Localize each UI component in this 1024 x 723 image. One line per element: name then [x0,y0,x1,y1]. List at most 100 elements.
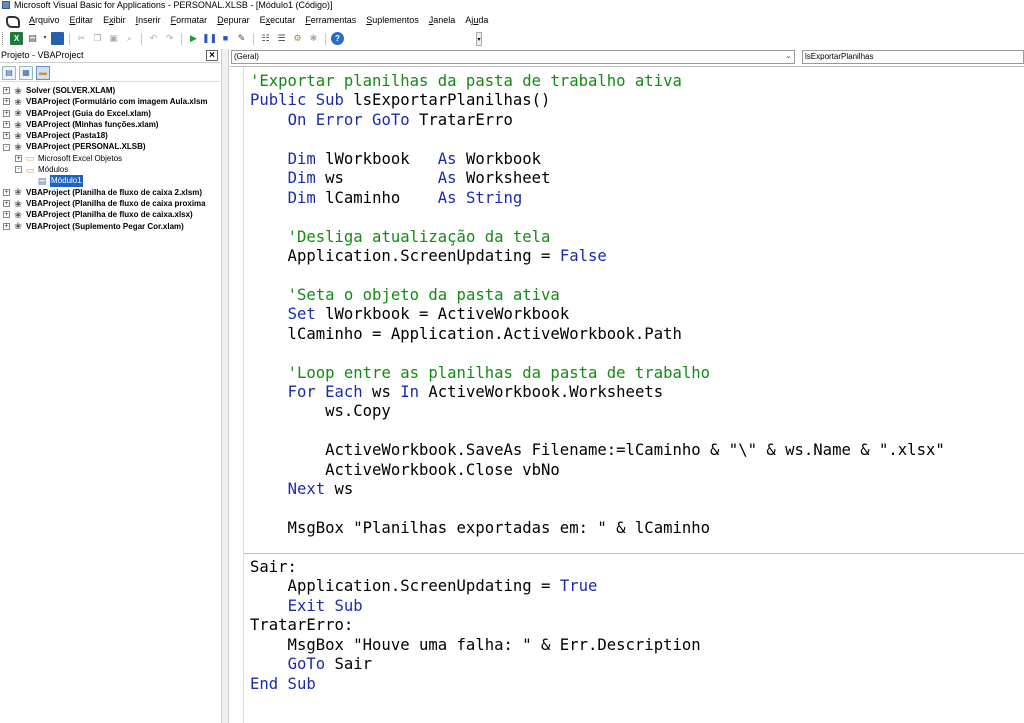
redo-icon[interactable]: ↷ [163,32,176,45]
code-line[interactable]: 'Exportar planilhas da pasta de trabalho… [250,72,945,91]
code-line[interactable]: Set lWorkbook = ActiveWorkbook [250,305,945,324]
view-code-icon[interactable]: ▤ [2,65,16,80]
run-icon[interactable]: ▶ [187,32,200,45]
tree-item[interactable]: + ❀ VBAProject (Planilha de fluxo de caixa… [0,187,220,198]
code-line[interactable] [250,266,945,285]
tree-item[interactable]: + ❀ VBAProject (Pasta18) [0,130,220,141]
expand-icon[interactable]: + [3,200,10,208]
menu-item[interactable]: Inserir [131,13,166,27]
code-line[interactable]: MsgBox "Planilhas exportadas em: " & lCa… [250,519,945,538]
view-object-icon[interactable]: ▦ [19,65,33,80]
menu-item[interactable]: Exibir [98,13,131,27]
chevron-down-icon[interactable]: ⌄ [784,52,793,62]
properties-window-icon[interactable]: ☰ [275,32,288,45]
toolbar-options-icon[interactable]: ▾ [476,32,482,46]
menu-item[interactable]: Suplementos [361,13,424,27]
tree-item[interactable]: + ❀ VBAProject (Planilha de fluxo de caixa… [0,198,220,209]
code-line[interactable] [250,344,945,363]
code-line[interactable]: TratarErro: [250,616,945,635]
copy-icon[interactable]: ❐ [91,32,104,45]
code-line[interactable]: Dim ws As Worksheet [250,169,945,188]
code-line[interactable] [250,208,945,227]
code-line[interactable]: ws.Copy [250,402,945,421]
collapse-icon[interactable]: - [15,166,22,174]
toggle-folders-icon[interactable]: ▬ [36,65,50,80]
code-line[interactable]: Application.ScreenUpdating = False [250,247,945,266]
code-line[interactable]: Exit Sub [250,597,945,616]
cut-icon[interactable]: ✂ [75,32,88,45]
menu-item[interactable]: Janela [424,13,461,27]
code-line[interactable]: For Each ws In ActiveWorkbook.Worksheets [250,383,945,402]
code-line[interactable]: 'Desliga atualização da tela [250,228,945,247]
code-line[interactable] [250,422,945,441]
code-editor[interactable]: 'Exportar planilhas da pasta de trabalho… [230,66,1024,723]
expand-icon[interactable]: + [3,87,10,95]
code-line[interactable]: ActiveWorkbook.SaveAs Filename:=lCaminho… [250,441,945,460]
menu-item[interactable]: Executar [255,13,301,27]
code-line[interactable]: Next ws [250,480,945,499]
tree-item[interactable]: + ❀ VBAProject (Formulário com imagem Aula… [0,96,220,107]
undo-icon[interactable]: ↶ [147,32,160,45]
pane-splitter[interactable] [221,49,229,723]
tree-item[interactable]: - ❀ VBAProject (PERSONAL.XLSB) [0,141,220,152]
code-line[interactable]: 'Seta o objeto da pasta ativa [250,286,945,305]
tree-item[interactable]: + ❀ Solver (SOLVER.XLAM) [0,85,220,96]
code-line[interactable]: 'Loop entre as planilhas da pasta de tra… [250,364,945,383]
expand-icon[interactable]: + [3,98,10,106]
view-excel-icon[interactable]: X [10,32,23,45]
code-text[interactable]: 'Exportar planilhas da pasta de trabalho… [250,72,945,694]
code-line[interactable]: ActiveWorkbook.Close vbNo [250,461,945,480]
procedure-dropdown[interactable]: lsExportarPlanilhas [802,50,1024,64]
design-mode-icon[interactable]: ✎ [235,32,248,45]
menu-item[interactable]: Ajuda [460,13,493,27]
code-line[interactable]: Sair: [250,558,945,577]
menu-item[interactable]: Editar [65,13,99,27]
pause-icon[interactable]: ❚❚ [202,32,217,45]
expand-icon[interactable]: + [3,121,10,129]
tree-item[interactable]: + ❀ VBAProject (Minhas funções.xlam) [0,119,220,130]
tree-item[interactable]: + ❀ VBAProject (Planilha de fluxo de caixa… [0,209,220,220]
paste-icon[interactable]: ▣ [107,32,120,45]
code-line[interactable]: MsgBox "Houve uma falha: " & Err.Descrip… [250,636,945,655]
project-explorer-icon[interactable]: ☷ [259,32,272,45]
menu-item[interactable]: Formatar [166,13,213,27]
save-icon[interactable] [51,32,64,45]
tree-item[interactable]: ▤ Módulo1 [0,175,220,187]
code-line[interactable]: Dim lWorkbook As Workbook [250,150,945,169]
menu-item[interactable]: Ferramentas [300,13,361,27]
collapse-icon[interactable]: - [3,143,10,151]
code-line[interactable] [250,500,945,519]
toolbox-icon[interactable]: ✱ [307,32,320,45]
object-dropdown[interactable]: (Geral) ⌄ [231,50,795,64]
menu-item[interactable]: Arquivo [24,13,65,27]
expand-icon[interactable]: + [3,222,10,230]
expand-icon[interactable]: + [3,109,10,117]
expand-icon[interactable]: + [15,154,22,162]
tree-item[interactable]: - ▭ Módulos [0,164,220,175]
tree-item[interactable]: + ▭ Microsoft Excel Objetos [0,153,220,164]
close-icon[interactable]: × [206,50,218,61]
code-line[interactable]: On Error GoTo TratarErro [250,111,945,130]
code-line[interactable]: End Sub [250,675,945,694]
code-line[interactable]: GoTo Sair [250,655,945,674]
code-line[interactable] [250,539,945,558]
find-icon[interactable]: ⌕ [123,32,136,45]
code-line[interactable]: lCaminho = Application.ActiveWorkbook.Pa… [250,325,945,344]
object-browser-icon[interactable]: ⚙ [291,32,304,45]
tree-item[interactable]: + ❀ VBAProject (Suplemento Pegar Cor.xlam) [0,221,220,232]
help-icon[interactable]: ? [331,32,344,45]
insert-module-icon[interactable]: ▤ [26,32,39,45]
code-line[interactable] [250,130,945,149]
code-line[interactable]: Public Sub lsExportarPlanilhas() [250,91,945,110]
reset-icon[interactable]: ■ [219,32,232,45]
toolbar-grip[interactable] [2,32,5,45]
code-margin[interactable] [230,67,244,723]
tree-item[interactable]: + ❀ VBAProject (Guia do Excel.xlam) [0,108,220,119]
menu-item[interactable]: Depurar [212,13,255,27]
expand-icon[interactable]: + [3,132,10,140]
expand-icon[interactable]: + [3,211,10,219]
insert-dropdown-icon[interactable]: ▾ [42,32,48,45]
vba-menu-icon[interactable] [4,13,20,28]
code-line[interactable]: Dim lCaminho As String [250,189,945,208]
expand-icon[interactable]: + [3,188,10,196]
